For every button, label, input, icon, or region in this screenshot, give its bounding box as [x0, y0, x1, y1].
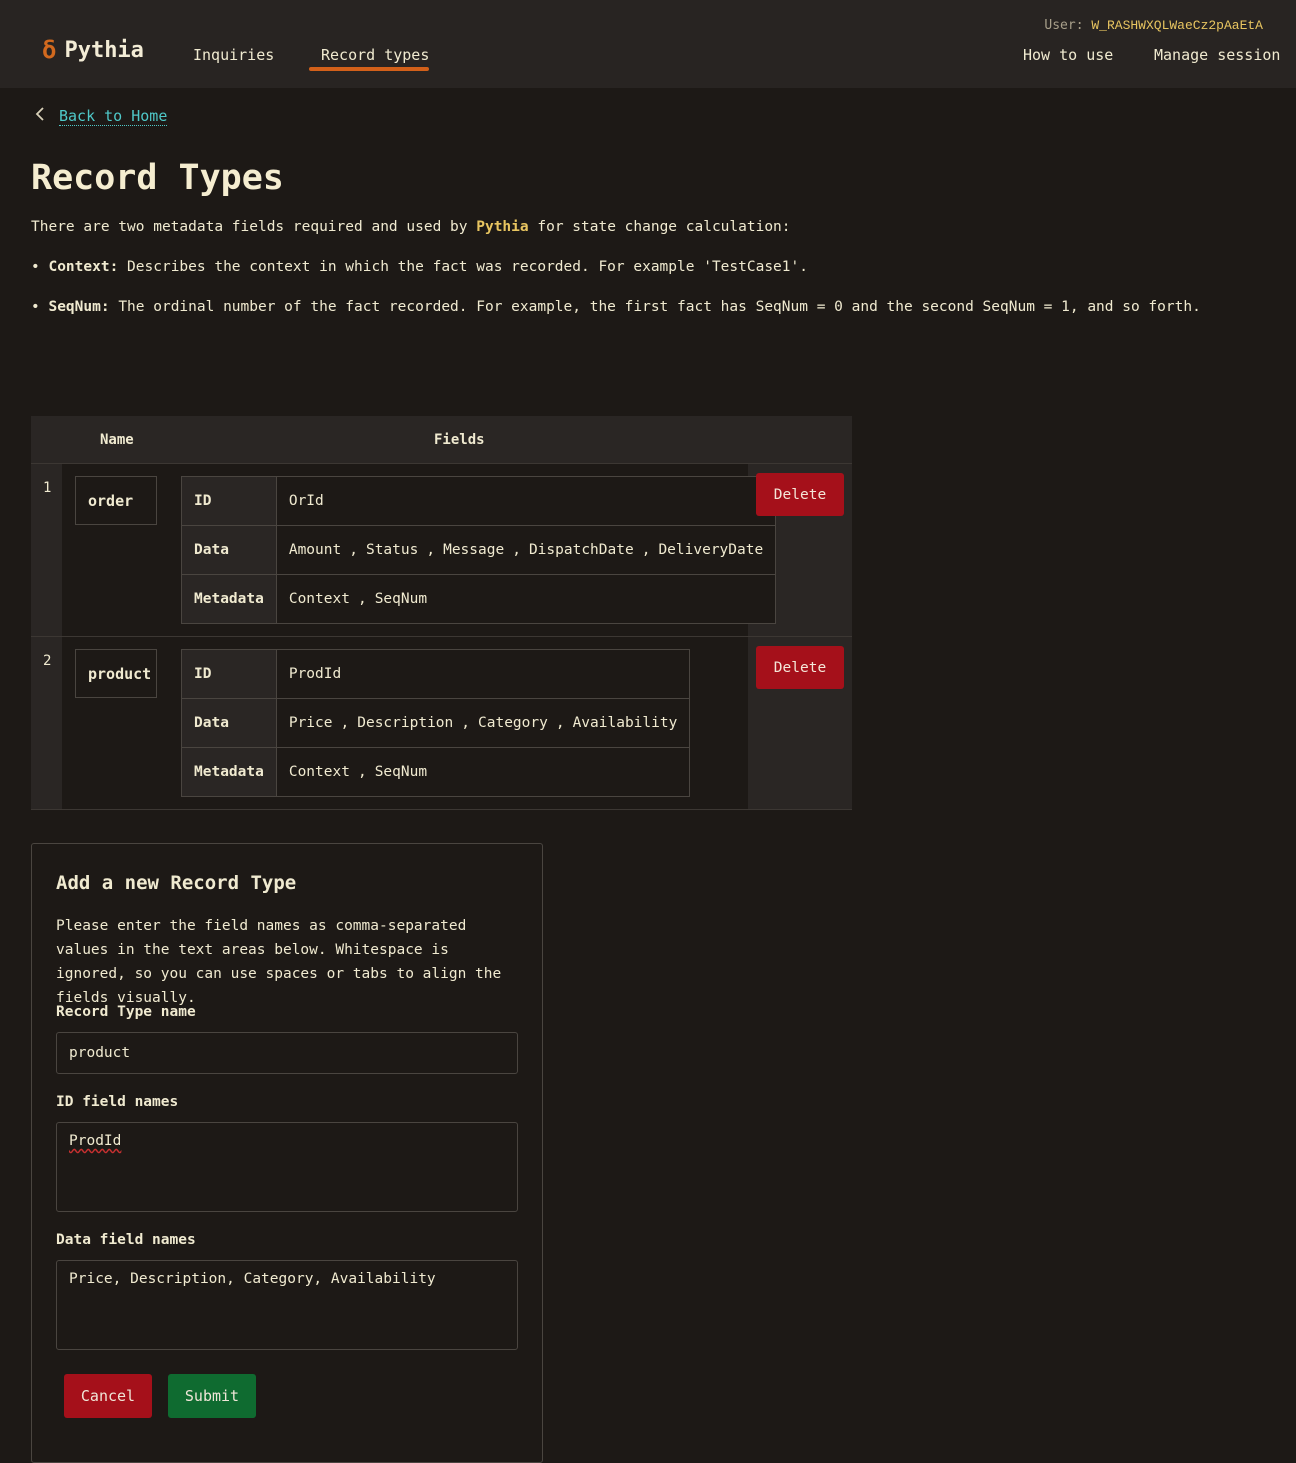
nav-inquiries[interactable]: Inquiries — [193, 46, 274, 64]
field: Amount — [288, 542, 342, 558]
user-id: W_RASHWXQLWaeCz2pAaEtA — [1091, 18, 1263, 33]
separator: , — [426, 542, 436, 558]
id-fields: ProdId — [275, 649, 691, 699]
brand-logo[interactable]: δ Pythia — [42, 36, 144, 64]
metadata-label: Metadata — [181, 747, 277, 797]
bullet-term: SeqNum: — [48, 299, 110, 315]
intro-pre: There are two metadata fields required a… — [31, 219, 468, 235]
metadata-fields: Context, SeqNum — [275, 747, 691, 797]
field: ProdId — [288, 666, 342, 682]
field: DeliveryDate — [658, 542, 764, 558]
form-description: Please enter the field names as comma-se… — [56, 918, 502, 1006]
textarea-value: Price, Description, Category, Availabili… — [69, 1271, 436, 1287]
field: SeqNum — [374, 764, 428, 780]
data-label: Data — [181, 525, 277, 575]
table-row: 1 order ID OrId Data Amount, Status, Messa… — [31, 464, 852, 637]
field: Message — [443, 542, 505, 558]
record-types-table: Name Fields 1 order ID OrId Data Amount,… — [31, 416, 852, 810]
separator: , — [461, 715, 470, 731]
separator: , — [641, 542, 651, 558]
chevron-left-icon — [35, 106, 49, 127]
delta-logo-icon: δ — [42, 36, 57, 64]
bullet-context: • Context: Describes the context in whic… — [31, 259, 808, 275]
metadata-label: Metadata — [181, 574, 277, 624]
intro-text: There are two metadata fields required a… — [31, 219, 791, 235]
id-label: ID — [181, 476, 277, 526]
row-number: 2 — [43, 653, 52, 669]
form-title: Add a new Record Type — [56, 872, 297, 894]
header-name: Name — [100, 432, 134, 448]
metadata-fields: Context, SeqNum — [275, 574, 777, 624]
field: Status — [365, 542, 419, 558]
field: SeqNum — [374, 591, 428, 607]
delete-button[interactable]: Delete — [756, 646, 844, 689]
bullet-text: The ordinal number of the fact recorded.… — [118, 299, 1201, 315]
record-type-name-input[interactable] — [56, 1032, 518, 1074]
fields-table: ID OrId Data Amount, Status, Message, Dispa… — [181, 476, 777, 624]
separator: , — [512, 542, 521, 558]
submit-button[interactable]: Submit — [168, 1374, 256, 1418]
table-header: Name Fields — [31, 416, 852, 464]
top-navigation-bar: δ Pythia Inquiries Record types User: W_… — [0, 0, 1296, 88]
separator: , — [357, 591, 367, 607]
data-label: Data — [181, 698, 277, 748]
user-indicator: User: W_RASHWXQLWaeCz2pAaEtA — [1044, 18, 1263, 33]
field: Context — [288, 591, 350, 607]
intro-brand: Pythia — [476, 219, 529, 235]
delete-button[interactable]: Delete — [756, 473, 844, 516]
field: DispatchDate — [528, 542, 634, 558]
bullet-seqnum: • SeqNum: The ordinal number of the fact… — [31, 299, 1201, 315]
record-name: product — [75, 649, 157, 698]
data-fields: Price, Description, Category, Availability — [275, 698, 691, 748]
nav-manage-session[interactable]: Manage session — [1154, 46, 1280, 64]
bullet-term: Context: — [48, 259, 119, 275]
user-label: User: — [1044, 18, 1084, 33]
field: Availability — [572, 715, 678, 731]
id-field-names-textarea[interactable]: ProdId — [56, 1122, 518, 1212]
field: Price — [288, 715, 333, 731]
field: OrId — [288, 493, 324, 509]
separator: , — [555, 715, 565, 731]
cancel-button[interactable]: Cancel — [64, 1374, 152, 1418]
brand-name: Pythia — [64, 37, 144, 63]
bullet-text: Describes the context in which the fact … — [127, 259, 808, 275]
bullet-dot: • — [31, 259, 40, 275]
record-type-name-label: Record Type name — [56, 1004, 196, 1020]
table-row: 2 product ID ProdId Data Price, Descripti… — [31, 637, 852, 810]
nav-record-types[interactable]: Record types — [321, 46, 429, 64]
page-title: Record Types — [31, 158, 284, 198]
back-to-home-link[interactable]: Back to Home — [59, 107, 168, 126]
separator: , — [349, 542, 358, 558]
id-field-names-label: ID field names — [56, 1094, 179, 1110]
active-nav-indicator — [309, 67, 429, 71]
data-fields: Amount, Status, Message, DispatchDate, Deliv… — [275, 525, 777, 575]
bullet-dot: • — [31, 299, 40, 315]
field: Category — [478, 715, 548, 731]
intro-post: for state change calculation: — [537, 219, 791, 235]
add-record-type-form: Add a new Record Type Please enter the f… — [31, 843, 543, 1463]
back-to-home[interactable]: Back to Home — [35, 106, 168, 127]
nav-how-to-use[interactable]: How to use — [1023, 46, 1113, 64]
data-field-names-label: Data field names — [56, 1232, 196, 1248]
textarea-value: ProdId — [69, 1133, 122, 1149]
field: Context — [288, 764, 350, 780]
header-fields: Fields — [434, 432, 485, 448]
separator: , — [357, 764, 367, 780]
separator: , — [340, 715, 350, 731]
row-number: 1 — [43, 480, 52, 496]
fields-table: ID ProdId Data Price, Description, Categor… — [181, 649, 691, 797]
id-label: ID — [181, 649, 277, 699]
data-field-names-textarea[interactable]: Price, Description, Category, Availabili… — [56, 1260, 518, 1350]
field: Description — [357, 715, 454, 731]
id-fields: OrId — [275, 476, 777, 526]
record-name: order — [75, 476, 157, 525]
